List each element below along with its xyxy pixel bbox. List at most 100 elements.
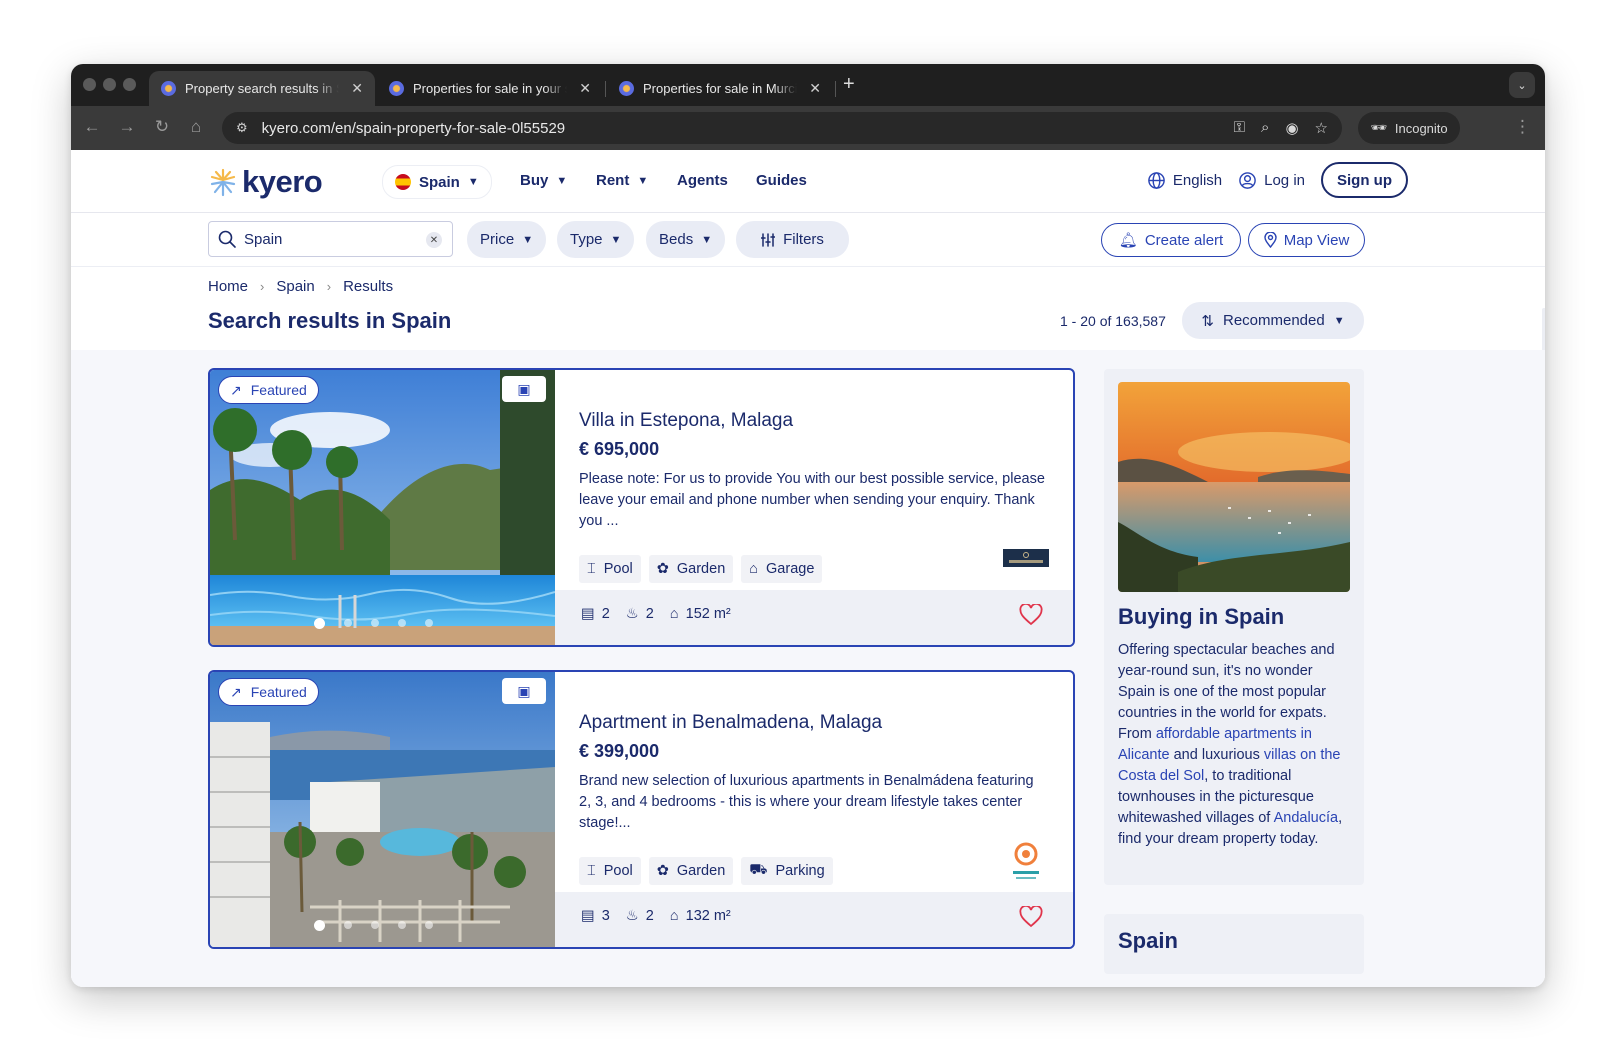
- browser-tab-3[interactable]: Properties for sale in Murcia province ✕: [607, 71, 833, 106]
- breadcrumb-spain[interactable]: Spain: [276, 278, 314, 295]
- photo-dot[interactable]: [371, 619, 379, 627]
- clear-search-icon[interactable]: ✕: [426, 232, 442, 248]
- minimize-window-button[interactable]: [103, 78, 116, 91]
- photo-dot[interactable]: [314, 920, 325, 931]
- favorite-heart-icon[interactable]: [1019, 604, 1043, 626]
- beds-filter[interactable]: Beds ▼: [646, 221, 726, 258]
- photo-dot[interactable]: [425, 921, 433, 929]
- bathrooms-stat: ♨ 2: [626, 908, 654, 924]
- andalucia-link[interactable]: Andalucía: [1274, 810, 1339, 826]
- photo-dot[interactable]: [398, 921, 406, 929]
- sun-logo-icon: [210, 168, 236, 197]
- house-icon: ⌂: [669, 908, 679, 924]
- featured-label: Featured: [250, 684, 307, 700]
- map-view-button[interactable]: Map View: [1248, 223, 1365, 257]
- listing-photo[interactable]: ↗ Featured ▣: [210, 672, 555, 947]
- photo-dot[interactable]: [344, 921, 352, 929]
- bookmark-star-icon[interactable]: ☆: [1315, 119, 1328, 137]
- type-filter[interactable]: Type ▼: [557, 221, 635, 258]
- pool-ladder-icon: ⌶: [587, 863, 596, 879]
- listing-title[interactable]: Villa in Estepona, Malaga: [579, 410, 793, 432]
- listing-description: Brand new selection of luxurious apartme…: [579, 773, 1034, 831]
- feature-tags: ⌶ Pool ✿ Garden ⛟ Parking: [579, 857, 833, 885]
- virtual-tour-icon[interactable]: ▣: [502, 678, 546, 704]
- photo-dot[interactable]: [371, 921, 379, 929]
- browser-tab-2[interactable]: Properties for sale in your search ✕: [377, 71, 603, 106]
- area-value: 152 m²: [685, 606, 731, 622]
- listing-stats: ▤ 3 ♨ 2 ⌂ 132 m²: [581, 908, 731, 924]
- browser-tab-1[interactable]: Property search results in Spain ✕: [149, 71, 375, 106]
- breadcrumb: Home › Spain › Results: [208, 278, 393, 295]
- price-filter[interactable]: Price ▼: [467, 221, 547, 258]
- nav-guides[interactable]: Guides: [756, 172, 807, 189]
- address-bar[interactable]: ⚙ kyero.com/en/spain-property-for-sale-0…: [222, 112, 1342, 144]
- chevron-down-icon: ▼: [610, 233, 622, 246]
- area-stat: ⌂ 132 m²: [670, 908, 731, 924]
- back-icon[interactable]: ←: [81, 117, 103, 137]
- language-selector[interactable]: English: [1147, 171, 1222, 190]
- logo-text: kyero: [242, 164, 323, 199]
- bathrooms-value: 2: [645, 908, 654, 924]
- sunset-bay-photo: [1118, 382, 1350, 592]
- close-tab-icon[interactable]: ✕: [351, 80, 363, 97]
- price-filter-label: Price: [480, 231, 515, 248]
- incognito-badge[interactable]: 🕶 Incognito: [1358, 112, 1460, 144]
- area-value: 132 m²: [685, 908, 731, 924]
- listing-card[interactable]: ↗ Featured ▣ Villa in Estepona, Malaga €…: [208, 368, 1075, 647]
- chevron-down-icon: ▼: [637, 174, 649, 187]
- close-tab-icon[interactable]: ✕: [809, 80, 821, 97]
- search-value: Spain: [244, 230, 283, 248]
- bedrooms-stat: ▤ 3: [581, 908, 610, 924]
- nav-agents-label: Agents: [677, 172, 728, 189]
- sort-dropdown[interactable]: ⇅ Recommended ▼: [1182, 302, 1364, 339]
- login-link[interactable]: Log in: [1238, 171, 1305, 190]
- featured-badge: ↗ Featured: [218, 376, 319, 404]
- photo-dot[interactable]: [398, 619, 406, 627]
- photo-dot[interactable]: [425, 619, 433, 627]
- virtual-tour-icon[interactable]: ▣: [502, 376, 546, 402]
- site-settings-icon[interactable]: ⚙: [236, 120, 248, 136]
- filters-button[interactable]: Filters: [736, 221, 849, 258]
- close-window-button[interactable]: [83, 78, 96, 91]
- feature-garden: ✿ Garden: [648, 857, 734, 885]
- forward-icon[interactable]: →: [116, 117, 138, 137]
- listing-photo[interactable]: ↗ Featured ▣: [210, 370, 555, 645]
- feature-tags: ⌶ Pool ✿ Garden ⌂ Garage: [579, 555, 823, 583]
- country-selector[interactable]: Spain ▼: [382, 165, 492, 199]
- nav-agents[interactable]: Agents: [677, 172, 728, 189]
- breadcrumb-results: Results: [343, 278, 394, 295]
- favorite-heart-icon[interactable]: [1019, 906, 1043, 928]
- photo-dot[interactable]: [314, 618, 325, 629]
- reload-icon[interactable]: ↻: [151, 117, 173, 137]
- location-search-input[interactable]: Spain ✕: [208, 221, 453, 257]
- signup-button[interactable]: Sign up: [1321, 162, 1408, 198]
- feature-pool: ⌶ Pool: [579, 857, 641, 885]
- bed-icon: ▤: [581, 606, 595, 622]
- eye-off-icon[interactable]: ◉: [1285, 119, 1298, 137]
- buying-guide-card: Buying in Spain Offering spectacular bea…: [1104, 369, 1364, 885]
- breadcrumb-home[interactable]: Home: [208, 278, 248, 295]
- nav-rent[interactable]: Rent ▼: [596, 172, 648, 189]
- create-alert-button[interactable]: 🔔︎ Create alert: [1101, 223, 1241, 257]
- create-alert-label: Create alert: [1144, 231, 1224, 249]
- browser-menu-icon[interactable]: ⋮: [1514, 117, 1531, 137]
- tab-search-icon[interactable]: ⌄: [1509, 72, 1535, 98]
- new-tab-icon[interactable]: +: [843, 73, 855, 96]
- close-tab-icon[interactable]: ✕: [579, 80, 591, 97]
- home-icon[interactable]: ⌂: [185, 117, 207, 137]
- password-key-icon[interactable]: ⚿: [1234, 119, 1245, 137]
- photo-dot[interactable]: [344, 619, 352, 627]
- kyero-logo[interactable]: kyero: [208, 164, 323, 200]
- listing-title[interactable]: Apartment in Benalmadena, Malaga: [579, 712, 882, 734]
- listing-card[interactable]: ↗ Featured ▣ Apartment in Benalmadena, M…: [208, 670, 1075, 949]
- map-view-label: Map View: [1283, 231, 1350, 249]
- nav-buy[interactable]: Buy ▼: [520, 172, 567, 189]
- zoom-icon[interactable]: ⌕: [1261, 119, 1269, 137]
- agent-logo-affinity[interactable]: [1005, 840, 1047, 884]
- incognito-label: Incognito: [1394, 120, 1448, 136]
- user-icon: [1239, 171, 1256, 189]
- agent-logo-carlingpetri[interactable]: [1003, 549, 1049, 567]
- house-icon: ⌂: [669, 606, 679, 622]
- tab-separator: [835, 81, 836, 97]
- zoom-window-button[interactable]: [123, 78, 136, 91]
